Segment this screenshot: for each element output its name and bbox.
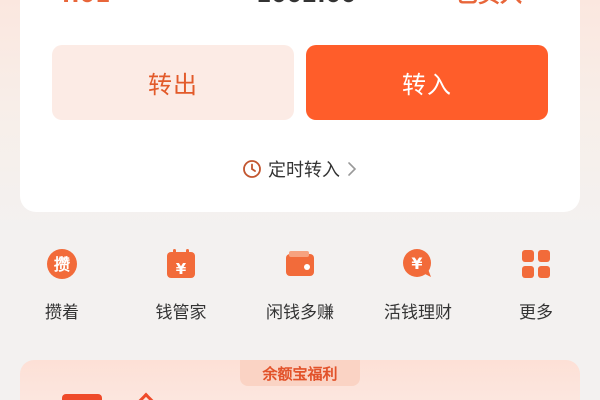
quick-item-label: 钱管家 bbox=[155, 303, 207, 323]
scheduled-transfer-label: 定时转入 bbox=[268, 160, 340, 181]
balance-card: 4.01 1002.00 已买入 转出 转入 定时转入 bbox=[20, 0, 580, 212]
grid-icon bbox=[518, 246, 554, 282]
quick-item-label: 更多 bbox=[519, 303, 553, 323]
quick-item-label: 攒着 bbox=[45, 303, 79, 323]
stat-left-value: 4.01 bbox=[56, 0, 110, 8]
quick-item-idle-money[interactable]: 闲钱多赚 bbox=[245, 246, 355, 336]
scheduled-transfer-link[interactable]: 定时转入 bbox=[20, 156, 580, 182]
svg-text:¥: ¥ bbox=[176, 260, 187, 278]
quick-item-money-manager[interactable]: ¥ 钱管家 bbox=[126, 246, 236, 336]
transfer-out-button[interactable]: 转出 bbox=[52, 45, 294, 120]
yen-coin-icon: ¥ bbox=[400, 246, 436, 282]
red-envelope-icon bbox=[62, 394, 102, 400]
chevron-right-icon bbox=[346, 160, 358, 178]
svg-text:¥: ¥ bbox=[411, 254, 422, 273]
wallet-icon bbox=[282, 246, 318, 282]
transfer-in-button[interactable]: 转入 bbox=[306, 45, 548, 120]
stats-row: 4.01 1002.00 已买入 bbox=[20, 0, 580, 8]
svg-text:攒: 攒 bbox=[54, 255, 70, 274]
save-coin-icon: 攒 bbox=[44, 246, 80, 282]
clock-icon bbox=[242, 159, 262, 179]
quick-item-label: 活钱理财 bbox=[384, 303, 452, 323]
quick-menu: 攒 攒着 ¥ 钱管家 闲钱多赚 ¥ 活钱理财 更多 bbox=[0, 246, 600, 336]
calendar-yen-icon: ¥ bbox=[163, 246, 199, 282]
promo-banner[interactable]: 余额宝福利 bbox=[20, 360, 580, 400]
quick-item-save[interactable]: 攒 攒着 bbox=[7, 246, 117, 336]
quick-item-flexible-finance[interactable]: ¥ 活钱理财 bbox=[363, 246, 473, 336]
promo-tag: 余额宝福利 bbox=[240, 360, 360, 386]
quick-item-more[interactable]: 更多 bbox=[481, 246, 591, 336]
arrow-up-icon bbox=[134, 392, 158, 400]
quick-item-label: 闲钱多赚 bbox=[266, 303, 334, 323]
stat-right-value: 已买入 bbox=[456, 0, 522, 8]
stat-middle-value: 1002.00 bbox=[256, 0, 356, 8]
